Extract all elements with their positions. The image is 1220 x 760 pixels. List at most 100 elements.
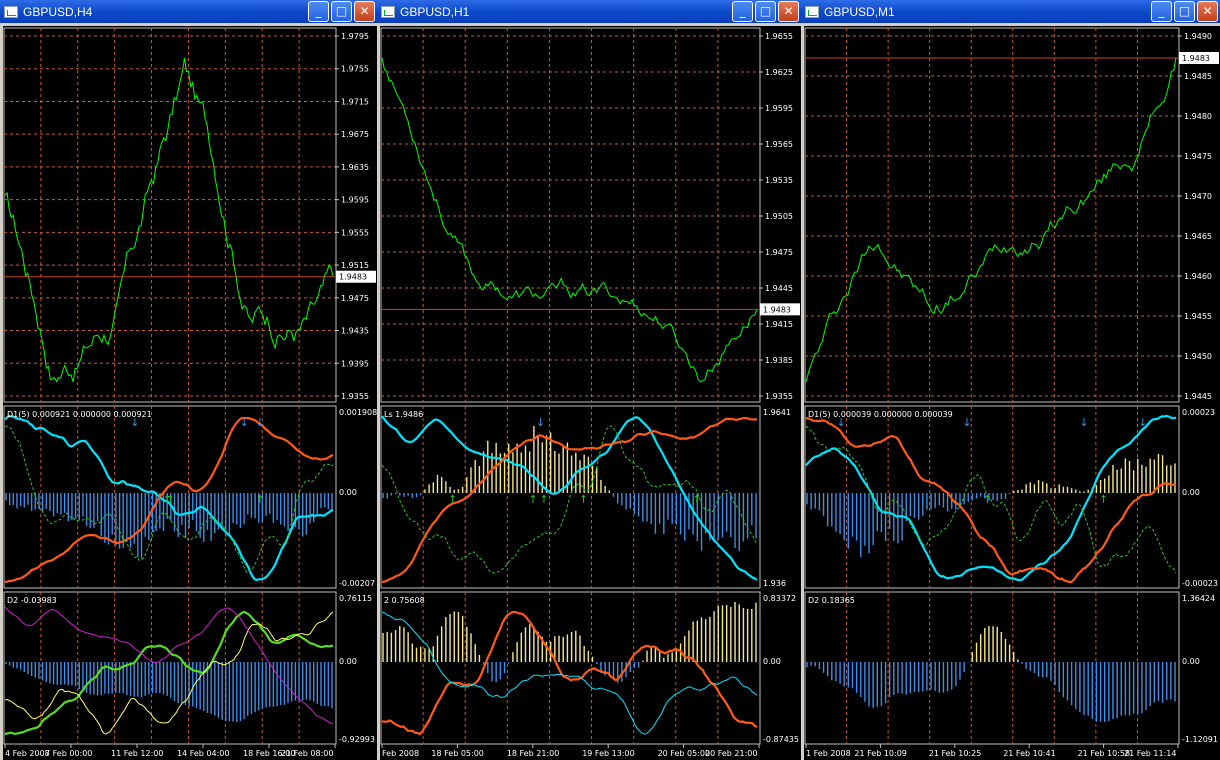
date-label: Feb 2008 [382,749,419,758]
signal-arrow-icon: ↓ [1138,416,1147,429]
maximize-button[interactable]: □ [1174,1,1195,22]
price-level-label: 1.9475 [765,248,793,257]
indicator2-level-label: 1.36424 [1182,594,1215,603]
indicator2-level-label: 0.00 [339,657,357,666]
chart-window-h1[interactable]: GBPUSD,H1 _ □ ✕ 1.9655 1.9625 1.9595 1.9565… [377,0,801,760]
indicator2-line-second [381,611,758,735]
price-level-label: 1.9445 [1184,392,1212,401]
indicator1-level-label: -0.00023 [1182,579,1218,588]
date-label: 20 Feb 21:00 [705,749,757,758]
price-level-label: 1.9535 [765,176,793,185]
signal-arrow-icon: ↓ [536,416,545,429]
price-level-label: 1.9355 [341,392,369,401]
current-price-label: 1.9483 [1182,54,1210,63]
date-label: 7 Feb 00:00 [45,749,92,758]
price-level-label: 1.9715 [341,97,369,106]
chart-canvas[interactable]: 1.9655 1.9625 1.9595 1.9565 1.9535 1.9505 1.94… [380,26,801,760]
price-level-label: 1.9455 [1184,312,1212,321]
signal-arrow-icon: ↑ [692,493,701,506]
indicator2-label: D2 -0.03983 [7,596,57,605]
maximize-button[interactable]: □ [331,1,352,22]
price-level-label: 1.9480 [1184,112,1212,121]
chart-window-h4[interactable]: GBPUSD,H4 _ □ ✕ 1.9795 1.9755 1.9715 1.9675… [0,0,377,760]
signal-arrow-icon: ↑ [983,493,992,506]
price-level-label: 1.9635 [341,163,369,172]
signal-arrow-icon: ↓ [1079,416,1088,429]
date-label: 19 Feb 13:00 [582,749,634,758]
price-level-label: 1.9795 [341,32,369,41]
chart-canvas[interactable]: 1.9490 1.9485 1.9480 1.9475 1.9470 1.9465 1.94… [804,26,1220,760]
title-bar[interactable]: GBPUSD,M1 _ □ ✕ [801,0,1220,23]
indicator1-level-label: 0.00 [1182,488,1200,497]
indicator2-level-label: -0.87435 [763,735,799,744]
date-label: 21 Feb 08:00 [281,749,333,758]
pane-border [380,591,761,745]
date-label: 4 Feb 2008 [5,749,50,758]
chart-window-icon [4,5,18,18]
signal-arrow-icon: ↓ [255,416,264,429]
close-button[interactable]: ✕ [778,1,799,22]
price-series [381,57,758,383]
title-bar[interactable]: GBPUSD,H4 _ □ ✕ [0,0,377,23]
maximize-button[interactable]: □ [755,1,776,22]
date-label: 21 Feb 11:14 [1124,749,1176,758]
chart-canvas[interactable]: 1.9795 1.9755 1.9715 1.9675 1.9635 1.9595 1.95… [3,26,377,760]
price-level-label: 1.9475 [1184,152,1212,161]
price-level-label: 1.9490 [1184,32,1212,41]
date-label: 20 Feb 05:00 [658,749,710,758]
date-label: 1 Feb 2008 [806,749,851,758]
current-price-label: 1.9483 [763,305,791,314]
indicator2-line-main [381,610,758,736]
chart-area[interactable]: 1.9795 1.9755 1.9715 1.9675 1.9635 1.9595 1.95… [3,26,377,760]
price-level-label: 1.9505 [765,212,793,221]
indicator1-level-label: 0.001908 [339,408,377,417]
chart-window-icon [381,5,395,18]
close-button[interactable]: ✕ [1197,1,1218,22]
indicator1-level-label: -0.00207 [339,579,375,588]
chart-area[interactable]: 1.9490 1.9485 1.9480 1.9475 1.9470 1.9465 1.94… [804,26,1220,760]
indicator1-label: D1(5) 0.000921 0.000000 0.000921 [7,410,152,419]
signal-arrow-icon: ↑ [166,493,175,506]
indicator1-level-label: 0.00023 [1182,408,1215,417]
signal-arrow-icon: ↓ [240,416,249,429]
chart-area[interactable]: 1.9655 1.9625 1.9595 1.9565 1.9535 1.9505 1.94… [380,26,801,760]
date-label: 14 Feb 04:00 [177,749,229,758]
price-level-label: 1.9395 [341,359,369,368]
indicator2-level-label: 0.83372 [763,594,796,603]
signal-arrow-icon: ↓ [962,416,971,429]
price-series [805,57,1177,383]
price-level-label: 1.9415 [765,320,793,329]
indicator1-label: D1(5) 0.000039 0.000000 0.000039 [808,410,953,419]
price-level-label: 1.9450 [1184,352,1212,361]
signal-arrow-icon: ↑ [528,493,537,506]
price-level-label: 1.9475 [341,294,369,303]
signal-arrow-icon: ↑ [579,493,588,506]
close-button[interactable]: ✕ [354,1,375,22]
title-bar[interactable]: GBPUSD,H1 _ □ ✕ [377,0,801,23]
price-level-label: 1.9595 [765,104,793,113]
price-level-label: 1.9470 [1184,192,1212,201]
window-title: GBPUSD,H1 [400,4,470,19]
minimize-button[interactable]: _ [732,1,753,22]
signal-arrow-icon: ↑ [539,493,548,506]
date-label: 11 Feb 12:00 [111,749,163,758]
indicator1-label: Ls 1.9486 [384,410,423,419]
date-label: 21 Feb 10:09 [854,749,906,758]
minimize-button[interactable]: _ [308,1,329,22]
window-title: GBPUSD,H4 [23,4,93,19]
minimize-button[interactable]: _ [1151,1,1172,22]
price-level-label: 1.9460 [1184,272,1212,281]
signal-arrow-icon: ↑ [1099,493,1108,506]
price-level-label: 1.9625 [765,68,793,77]
pane-border [804,27,1180,403]
price-level-label: 1.9435 [341,327,369,336]
chart-window-m1[interactable]: GBPUSD,M1 _ □ ✕ 1.9490 1.9485 1.9480 1.9475… [801,0,1220,760]
indicator2-level-label: 0.00 [763,657,781,666]
indicator1-level-label: 1.936 [763,579,786,588]
date-label: 21 Feb 10:25 [929,749,981,758]
date-label: 21 Feb 10:41 [1003,749,1055,758]
price-level-label: 1.9515 [341,261,369,270]
price-level-label: 1.9675 [341,130,369,139]
price-series [4,57,334,383]
signal-arrow-icon: ↑ [255,493,264,506]
